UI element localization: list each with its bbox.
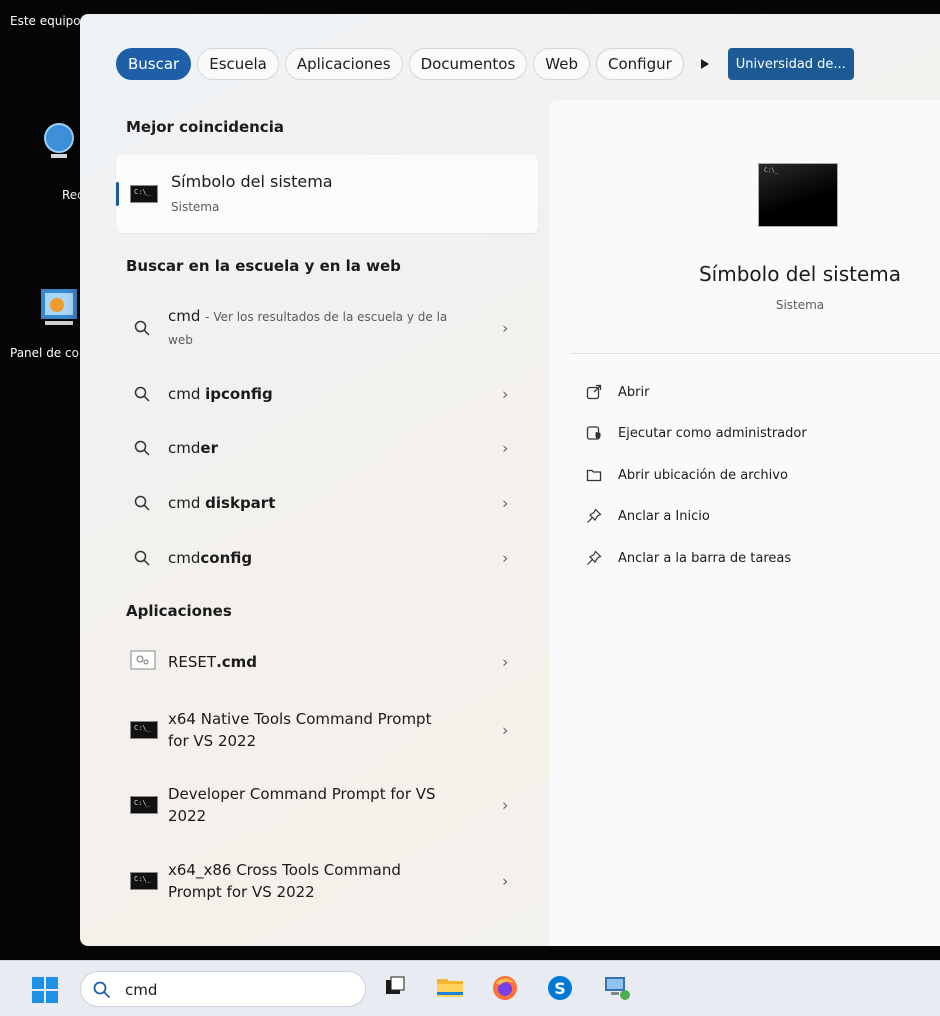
script-file-icon bbox=[130, 650, 156, 670]
action-label: Abrir ubicación de archivo bbox=[618, 467, 788, 483]
chevron-right-icon[interactable]: › bbox=[502, 549, 508, 568]
tab-configuracion[interactable]: Configur bbox=[595, 48, 684, 80]
best-match-title: Símbolo del sistema bbox=[171, 172, 333, 191]
taskbar-search-box[interactable] bbox=[80, 971, 366, 1007]
suggestion-bold: diskpart bbox=[205, 494, 276, 512]
windows-logo-icon bbox=[32, 977, 58, 1003]
organization-button[interactable]: Universidad de... bbox=[727, 48, 854, 80]
web-section-heading: Buscar en la escuela y en la web bbox=[126, 257, 401, 275]
selection-indicator bbox=[116, 182, 119, 206]
tab-documentos[interactable]: Documentos bbox=[408, 48, 528, 80]
app-name-bold: .cmd bbox=[216, 653, 258, 671]
app-name-prefix: RESET bbox=[168, 653, 217, 671]
best-match-heading: Mejor coincidencia bbox=[126, 118, 284, 136]
filter-tabs: Buscar Escuela Aplicaciones Documentos W… bbox=[116, 48, 854, 80]
tab-escuela[interactable]: Escuela bbox=[197, 48, 279, 80]
chevron-right-icon[interactable]: › bbox=[502, 439, 508, 458]
preview-title: Símbolo del sistema bbox=[698, 262, 901, 286]
action-label: Ejecutar como administrador bbox=[618, 425, 807, 441]
preview-subtitle: Sistema bbox=[775, 298, 825, 312]
action-open-location[interactable]: Abrir ubicación de archivo bbox=[584, 463, 788, 487]
file-explorer-icon[interactable] bbox=[436, 975, 464, 999]
suggestion-prefix: cmd bbox=[168, 385, 206, 403]
suggestion-bold: er bbox=[200, 439, 218, 457]
command-prompt-icon bbox=[130, 185, 158, 203]
app-row-reset[interactable]: RESET.cmd › bbox=[116, 636, 538, 688]
firefox-icon[interactable] bbox=[492, 975, 518, 1001]
web-result-hint: - Ver los resultados de la escuela y de … bbox=[168, 310, 448, 347]
pin-icon bbox=[587, 508, 602, 523]
search-icon bbox=[134, 440, 150, 456]
task-view-icon[interactable] bbox=[383, 975, 407, 999]
more-tabs-button[interactable] bbox=[694, 48, 716, 80]
search-panel: Buscar Escuela Aplicaciones Documentos W… bbox=[80, 14, 940, 946]
search-input[interactable] bbox=[123, 978, 347, 1002]
search-icon bbox=[93, 981, 111, 999]
divider bbox=[570, 353, 940, 354]
search-icon bbox=[134, 386, 150, 402]
app-row[interactable]: Developer Command Prompt for VS 2022 › bbox=[116, 773, 538, 837]
action-label: Anclar a la barra de tareas bbox=[618, 550, 792, 566]
tab-web[interactable]: Web bbox=[533, 48, 590, 80]
suggestion-row[interactable]: cmd ipconfig › bbox=[116, 368, 538, 420]
web-result-cmd[interactable]: cmd - Ver los resultados de la escuela y… bbox=[116, 296, 538, 360]
chevron-right-icon[interactable]: › bbox=[502, 319, 508, 338]
pin-icon bbox=[587, 550, 602, 565]
suggestion-bold: ipconfig bbox=[205, 385, 273, 403]
action-pin-taskbar[interactable]: Anclar a la barra de tareas bbox=[584, 546, 791, 570]
control-panel-icon bbox=[41, 289, 77, 325]
chevron-right-icon[interactable]: › bbox=[502, 653, 508, 672]
command-prompt-large-icon bbox=[758, 163, 838, 227]
shield-admin-icon bbox=[586, 426, 601, 440]
taskbar: S bbox=[0, 960, 940, 1016]
app-row[interactable]: x64_x86 Cross Tools Command Prompt for V… bbox=[116, 849, 538, 913]
command-prompt-icon bbox=[130, 872, 158, 890]
suggestion-row[interactable]: cmd diskpart › bbox=[116, 477, 538, 529]
app-row[interactable]: x64 Native Tools Command Prompt for VS 2… bbox=[116, 698, 538, 762]
app-name: x64_x86 Cross Tools Command Prompt for V… bbox=[168, 861, 401, 901]
apps-section-heading: Aplicaciones bbox=[126, 602, 232, 620]
chevron-right-icon[interactable]: › bbox=[502, 872, 508, 891]
app-name: Developer Command Prompt for VS 2022 bbox=[168, 785, 436, 825]
start-button[interactable] bbox=[32, 977, 58, 1007]
chevron-right-icon[interactable]: › bbox=[502, 796, 508, 815]
action-label: Anclar a Inicio bbox=[618, 508, 710, 524]
suggestion-row[interactable]: cmder › bbox=[116, 422, 538, 474]
chevron-right-icon[interactable]: › bbox=[502, 494, 508, 513]
remote-desktop-icon[interactable] bbox=[603, 975, 633, 1001]
desktop-icon-label-este-equipo[interactable]: Este equipo bbox=[10, 14, 81, 28]
suggestion-prefix: cmd bbox=[168, 439, 201, 457]
tab-aplicaciones[interactable]: Aplicaciones bbox=[284, 48, 403, 80]
web-result-query: cmd bbox=[168, 307, 201, 325]
play-arrow-icon bbox=[700, 59, 709, 69]
suggestion-bold: config bbox=[200, 549, 253, 567]
suggestion-prefix: cmd bbox=[168, 494, 206, 512]
action-label: Abrir bbox=[618, 384, 650, 400]
command-prompt-icon bbox=[130, 796, 158, 814]
best-match-item[interactable]: Símbolo del sistema Sistema bbox=[116, 155, 538, 233]
action-abrir[interactable]: Abrir bbox=[584, 380, 649, 404]
skype-icon[interactable]: S bbox=[547, 975, 573, 1001]
network-icon bbox=[44, 123, 74, 158]
app-name: x64 Native Tools Command Prompt for VS 2… bbox=[168, 710, 432, 750]
action-run-as-admin[interactable]: Ejecutar como administrador bbox=[584, 421, 807, 445]
search-icon bbox=[134, 320, 150, 336]
suggestion-row[interactable]: cmdconfig › bbox=[116, 532, 538, 584]
suggestion-prefix: cmd bbox=[168, 549, 201, 567]
chevron-right-icon[interactable]: › bbox=[502, 385, 508, 404]
command-prompt-icon bbox=[130, 721, 158, 739]
open-icon bbox=[586, 384, 602, 400]
preview-pane: Símbolo del sistema Sistema Abrir Ejecut… bbox=[550, 100, 940, 946]
search-icon bbox=[134, 495, 150, 511]
chevron-right-icon[interactable]: › bbox=[502, 721, 508, 740]
folder-icon bbox=[586, 469, 602, 482]
svg-text:S: S bbox=[554, 979, 566, 998]
tab-buscar[interactable]: Buscar bbox=[116, 48, 192, 80]
best-match-subtitle: Sistema bbox=[171, 200, 220, 214]
action-pin-start[interactable]: Anclar a Inicio bbox=[584, 504, 710, 528]
search-icon bbox=[134, 550, 150, 566]
